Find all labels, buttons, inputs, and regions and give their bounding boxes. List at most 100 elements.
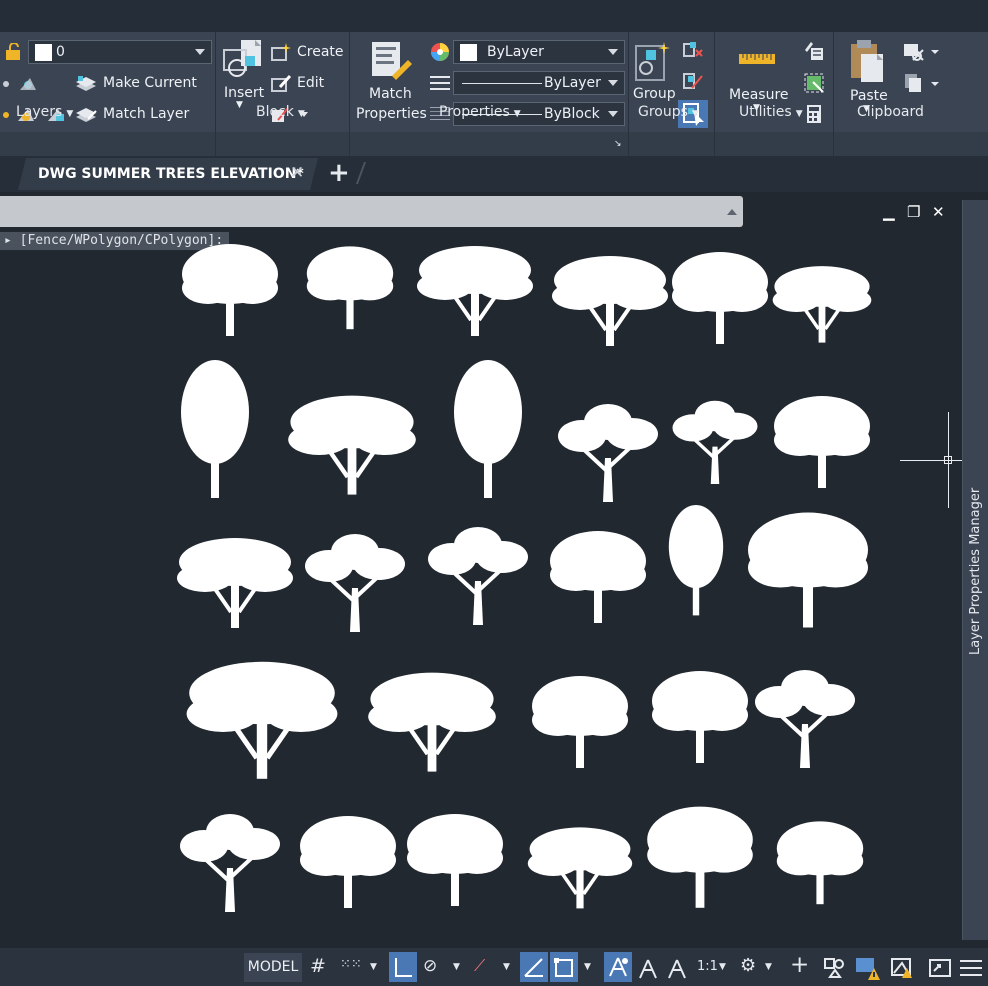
create-block-icon[interactable]	[270, 42, 292, 66]
polar-tracking-icon[interactable]: ⊘	[423, 956, 437, 976]
tree-block	[670, 399, 760, 486]
customization-menu-icon[interactable]	[958, 956, 984, 984]
group-icon[interactable]	[634, 40, 674, 88]
clean-screen-warning-icon[interactable]	[890, 956, 914, 984]
tree-block	[672, 252, 768, 344]
tree-block	[415, 244, 535, 338]
ribbon-panel-titles	[0, 132, 988, 156]
quick-select-icon[interactable]	[803, 40, 825, 66]
create-block-button[interactable]: Create	[297, 44, 344, 60]
make-current-button[interactable]: Make Current	[103, 75, 197, 91]
match-properties-icon[interactable]	[368, 38, 414, 88]
tree-block	[526, 825, 635, 911]
clipboard-panel-title[interactable]: Clipboard	[857, 104, 924, 120]
chevron-down-icon	[195, 49, 205, 55]
snap-chevron-down-icon[interactable]: ▼	[370, 962, 377, 972]
insert-chevron-down-icon[interactable]: ▼	[236, 100, 243, 110]
tree-block	[175, 536, 295, 630]
properties-panel-title[interactable]: Properties ▼	[439, 104, 521, 120]
auto-scale-icon[interactable]	[636, 956, 660, 984]
measure-button[interactable]: Measure	[729, 87, 789, 103]
minimize-icon[interactable]: ▁	[883, 203, 895, 221]
tree-block	[407, 814, 503, 906]
make-current-icon[interactable]	[74, 74, 98, 98]
measure-icon[interactable]	[738, 48, 776, 72]
tree-block	[426, 525, 530, 627]
tree-block	[181, 360, 249, 498]
ortho-toggle[interactable]	[389, 952, 417, 982]
tree-block	[748, 512, 868, 628]
crosshair-pickbox	[944, 456, 952, 464]
scale-chevron-down-icon[interactable]: ▼	[719, 962, 726, 972]
lineweight-value: ByBlock	[544, 106, 600, 122]
annotation-scale-value[interactable]: 1:1	[697, 959, 718, 974]
edit-block-icon[interactable]	[270, 73, 292, 97]
match-layer-icon[interactable]	[74, 105, 98, 129]
cut-icon[interactable]	[903, 42, 939, 66]
group-button[interactable]: Group	[633, 86, 676, 102]
layer-dropdown[interactable]: 0	[28, 40, 212, 64]
chevron-down-icon	[608, 111, 618, 117]
grid-icon[interactable]: #	[310, 955, 326, 977]
chevron-up-icon[interactable]	[727, 209, 737, 215]
tree-block	[288, 396, 416, 495]
layer-unlock-icon[interactable]	[4, 42, 26, 65]
object-snap-toggle[interactable]	[550, 952, 578, 982]
dialog-launcher-icon[interactable]: ↘	[614, 139, 622, 149]
palette-label[interactable]: Layer Properties Manager	[968, 455, 983, 655]
copy-icon[interactable]	[903, 72, 939, 98]
osnap-chevron-down-icon[interactable]: ▼	[584, 962, 591, 972]
tree-blocks-drawing[interactable]	[160, 240, 890, 930]
prompt-arrow-icon: ▸	[4, 233, 20, 248]
gear-icon[interactable]: ⚙	[740, 955, 756, 976]
tree-block	[300, 816, 396, 908]
layers-panel-title[interactable]: Layers ▼	[16, 104, 73, 120]
new-tab-plus-icon[interactable]: +	[328, 158, 350, 188]
group-edit-icon[interactable]	[682, 70, 704, 96]
match-properties-button[interactable]: Properties	[356, 106, 427, 122]
insert-block-icon[interactable]	[221, 38, 265, 86]
snap-icon[interactable]: ⁙⁙	[340, 957, 362, 972]
paste-button[interactable]: Paste	[850, 88, 888, 104]
paste-icon[interactable]	[849, 38, 885, 88]
object-snap-tracking-toggle[interactable]	[520, 952, 548, 982]
insert-button[interactable]: Insert	[224, 85, 264, 101]
isodraft-icon[interactable]: ⟋	[474, 956, 485, 976]
color-dropdown[interactable]: ByLayer	[453, 40, 625, 64]
annotation-scale-icon[interactable]	[665, 956, 689, 984]
file-tab-label[interactable]: DWG SUMMER TREES ELEVATION*	[38, 166, 304, 182]
fullscreen-icon[interactable]	[928, 956, 952, 984]
block-panel-title[interactable]: Block ▼	[256, 104, 305, 120]
layer-freeze-icon[interactable]	[0, 74, 40, 98]
title-bar	[0, 0, 988, 32]
annotation-visibility-toggle[interactable]	[604, 952, 632, 982]
restore-icon[interactable]: ❐	[907, 203, 920, 221]
polar-chevron-down-icon[interactable]: ▼	[453, 962, 460, 972]
workspace-chevron-down-icon[interactable]: ▼	[765, 962, 772, 972]
close-icon[interactable]: ✕	[290, 163, 304, 183]
tree-block	[306, 246, 394, 330]
command-line-history[interactable]	[0, 196, 743, 227]
color-wheel-icon[interactable]	[430, 42, 450, 66]
isolate-objects-icon[interactable]	[822, 956, 846, 984]
tree-block	[652, 671, 748, 763]
drawing-canvas[interactable]	[160, 240, 890, 930]
ungroup-icon[interactable]	[682, 40, 704, 64]
match-layer-button[interactable]: Match Layer	[103, 106, 189, 122]
select-all-icon[interactable]	[803, 72, 825, 98]
plus-icon[interactable]: +	[790, 952, 809, 978]
linetype-icon[interactable]	[430, 74, 450, 96]
tree-block	[454, 360, 522, 498]
groups-panel-title[interactable]: Groups ▼	[638, 104, 699, 120]
close-window-icon[interactable]: ✕	[932, 203, 945, 221]
edit-block-button[interactable]: Edit	[297, 75, 324, 91]
calculator-icon[interactable]	[806, 104, 822, 128]
isodraft-chevron-down-icon[interactable]: ▼	[503, 962, 510, 972]
model-space-button[interactable]: MODEL	[244, 953, 302, 982]
hardware-acceleration-warning-icon[interactable]	[854, 954, 882, 986]
tree-block	[771, 264, 873, 345]
utilities-panel-title[interactable]: Utilities ▼	[739, 104, 803, 120]
linetype-dropdown[interactable]: ByLayer	[453, 71, 625, 95]
chevron-down-icon	[608, 49, 618, 55]
match-properties-label[interactable]: Match	[369, 86, 412, 102]
